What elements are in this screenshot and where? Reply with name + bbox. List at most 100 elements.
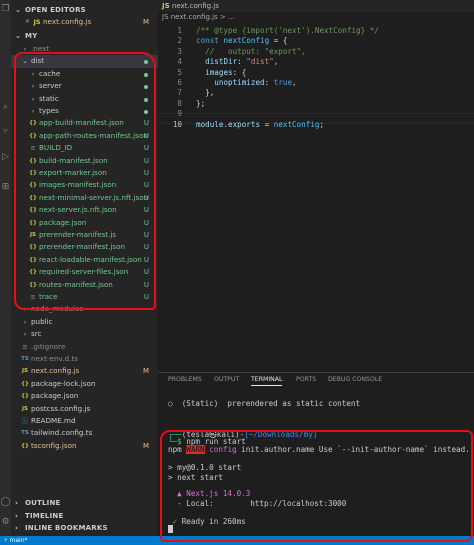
file-item[interactable]: {} package.json U <box>11 217 158 229</box>
inline-bookmarks-header[interactable]: › INLINE BOOKMARKS <box>11 522 158 535</box>
code-line: /** @type {import('next').NextConfig} */ <box>196 26 379 35</box>
source-control-icon[interactable]: ⑂ <box>0 125 11 139</box>
line-number: 10 <box>172 119 182 129</box>
panel-tab-ports[interactable]: PORTS <box>296 376 316 383</box>
js-file-icon: JS <box>162 2 170 10</box>
git-status-badge: U <box>143 218 149 227</box>
extensions-icon[interactable]: ⊞ <box>0 180 11 194</box>
tree-item-label: next.config.js <box>31 366 80 376</box>
folder-item[interactable]: › server <box>11 80 158 92</box>
json-file-icon: {} <box>29 182 37 189</box>
file-item[interactable]: TS tailwind.config.ts <box>11 427 158 439</box>
file-item[interactable]: ⓘ README.md <box>11 415 158 427</box>
git-status-badge: U <box>143 131 149 140</box>
markdown-file-icon: ⓘ <box>21 417 29 425</box>
panel-tab-debug-console[interactable]: DEBUG CONSOLE <box>328 376 382 383</box>
folder-item[interactable]: › .next <box>11 43 158 55</box>
terminal-line: > my@0.1.0 start <box>168 463 242 472</box>
file-item[interactable]: {} prerender-manifest.json U <box>11 241 158 253</box>
line-number: 1 <box>177 26 182 35</box>
activity-bar: ❐ ⌕ ⑂ ▷ ⊞ ◯ ⚙ <box>0 0 11 545</box>
folder-item[interactable]: › cache <box>11 68 158 80</box>
file-item[interactable]: {} package.json <box>11 390 158 402</box>
tree-item-label: server <box>39 81 62 91</box>
file-item[interactable]: {} required-server-files.json U <box>11 266 158 278</box>
explorer-icon[interactable]: ❐ <box>0 2 11 16</box>
js-file-icon: JS <box>29 232 36 238</box>
tree-item-label: trace <box>39 292 58 301</box>
git-status-badge: U <box>143 193 149 202</box>
folder-item[interactable]: ⌄ dist <box>11 55 158 68</box>
tree-item-label: next-server.js.nft.json <box>39 205 117 215</box>
folder-item[interactable]: › public <box>11 316 158 328</box>
git-status-dot <box>144 60 148 65</box>
chevron-right-icon: › <box>15 524 19 532</box>
tree-item-label: dist <box>31 56 45 66</box>
git-status-badge: U <box>143 119 149 128</box>
tree-item-label: images-manifest.json <box>39 180 117 190</box>
file-item[interactable]: {} tsconfig.json M <box>11 440 158 452</box>
close-icon[interactable]: ✕ <box>25 16 30 28</box>
run-debug-icon[interactable]: ▷ <box>0 150 11 164</box>
code-line: }; <box>196 98 206 108</box>
file-item[interactable]: {} package-lock.json <box>11 378 158 390</box>
tree-item-label: react-loadable-manifest.json <box>39 254 142 264</box>
line-number: 9 <box>177 109 182 119</box>
file-item[interactable]: {} export-marker.json U <box>11 167 158 179</box>
file-item[interactable]: ≡ trace U <box>11 291 158 303</box>
project-header[interactable]: ⌄ MY <box>11 30 158 43</box>
file-item[interactable]: {} react-loadable-manifest.json U <box>11 254 158 266</box>
file-item[interactable]: ≡ BUILD_ID U <box>11 142 158 154</box>
breadcrumb[interactable]: JS next.config.js > ... <box>162 12 235 23</box>
panel-tab-problems[interactable]: PROBLEMS <box>168 376 202 383</box>
file-item[interactable]: {} routes-manifest.json U <box>11 279 158 291</box>
code-line: images: { <box>205 67 247 77</box>
account-icon[interactable]: ◯ <box>0 495 11 509</box>
git-status-badge: U <box>143 181 149 190</box>
line-number: 4 <box>177 57 182 67</box>
file-item[interactable]: {} next-minimal-server.js.nft.json U <box>11 192 158 204</box>
panel-tab-output[interactable]: OUTPUT <box>214 376 239 383</box>
json-file-icon: {} <box>29 120 37 127</box>
file-item[interactable]: {} images-manifest.json U <box>11 179 158 191</box>
chevron-down-icon: ⌄ <box>15 32 22 40</box>
file-item[interactable]: JS next.config.js M <box>11 365 158 377</box>
terminal-cursor <box>168 525 173 533</box>
json-file-icon: {} <box>29 256 37 263</box>
folder-item[interactable]: › node_modules <box>11 303 158 315</box>
tab-next-config[interactable]: JS next.config.js <box>158 0 219 12</box>
file-item[interactable]: {} app-path-routes-manifest.json U <box>11 130 158 142</box>
git-branch[interactable]: main* <box>10 537 28 544</box>
terminal-line: ✓ Ready in 260ms <box>172 517 246 526</box>
terminal-line: ▲ Next.js 14.0.3 <box>168 489 251 498</box>
panel-tab-terminal[interactable]: TERMINAL <box>251 376 283 386</box>
tree-item-label: postcss.config.js <box>31 403 91 413</box>
terminal-line: npm WARN config init.author.name Use `--… <box>168 445 470 454</box>
file-item[interactable]: {} next-server.js.nft.json U <box>11 204 158 216</box>
file-item[interactable]: ≡ .gitignore <box>11 341 158 353</box>
open-editor-item[interactable]: ✕ JS next.config.js M <box>11 16 158 28</box>
tree-item-label: prerender-manifest.js <box>39 230 117 239</box>
file-item[interactable]: {} build-manifest.json U <box>11 155 158 167</box>
tree-item-label: tsconfig.json <box>31 440 77 450</box>
file-item[interactable]: {} app-build-manifest.json U <box>11 117 158 129</box>
json-file-icon: {} <box>29 157 37 164</box>
file-item[interactable]: TS next-env.d.ts <box>11 353 158 365</box>
search-icon[interactable]: ⌕ <box>0 100 11 114</box>
file-item[interactable]: JS prerender-manifest.js U <box>11 229 158 241</box>
json-file-icon: {} <box>29 281 37 288</box>
folder-item[interactable]: › src <box>11 328 158 340</box>
explorer-sidebar: ⌄ OPEN EDITORS ✕ JS next.config.js M ⌄ M… <box>11 0 158 536</box>
chevron-right-icon: › <box>23 317 27 326</box>
folder-item[interactable]: › types <box>11 105 158 117</box>
code-editor[interactable]: JS next.config.js > ... 1 /** @type {impor… <box>158 12 474 372</box>
json-file-icon: {} <box>21 393 29 400</box>
settings-gear-icon[interactable]: ⚙ <box>0 515 11 529</box>
branch-icon: ⑂ <box>4 537 8 544</box>
json-file-icon: {} <box>29 207 37 214</box>
file-item[interactable]: JS postcss.config.js <box>11 403 158 415</box>
tree-item-label: BUILD_ID <box>39 143 73 153</box>
chevron-right-icon: › <box>31 69 35 78</box>
outline-header[interactable]: › OUTLINE <box>11 497 158 510</box>
folder-item[interactable]: › static <box>11 93 158 105</box>
